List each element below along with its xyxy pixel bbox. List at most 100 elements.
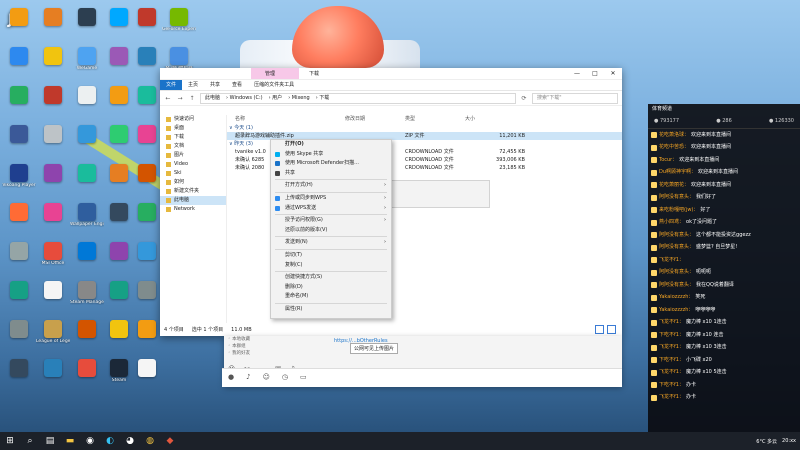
desktop-icon[interactable] [130,359,164,378]
desktop-icon[interactable] [36,164,70,183]
context-menu-item[interactable]: 属性(R) [271,305,391,315]
desktop-icon[interactable] [2,86,36,105]
context-menu-item[interactable]: 重命名(M) [271,292,391,302]
context-menu-item[interactable]: 剪切(T) [271,251,391,261]
ribbon-tab[interactable]: 文件 [160,80,183,90]
context-menu-item[interactable]: 共享 [271,169,391,179]
chat-username[interactable]: 阿阿没有意头： [659,269,694,276]
chat-contact[interactable]: ◦ 我的好友 [224,350,284,357]
nav-item[interactable]: 快速访问 [160,115,226,124]
desktop-icon[interactable] [36,359,70,378]
chat-username[interactable]: 花吃萧洛球： [659,132,689,139]
desktop-icon[interactable] [130,281,164,300]
desktop-icon[interactable]: WeGame [70,47,104,71]
desktop-icon[interactable] [2,125,36,144]
context-menu-item[interactable]: 删除(D) [271,283,391,293]
file-send-icon[interactable]: ▭ [300,373,307,381]
desktop-icon[interactable] [70,320,104,339]
chat-username[interactable]: 下吃不f1： [659,382,684,389]
chat-username[interactable]: 飞龙不f1： [659,394,684,401]
chat-contact[interactable]: ◦ 本群组 [224,343,284,350]
desktop-icon[interactable] [130,242,164,261]
edge-icon[interactable]: ◐ [104,435,116,447]
context-menu-item[interactable]: 打开(O) [271,140,391,150]
context-menu-item[interactable]: 打开方式(H) › [271,181,391,191]
chrome-icon[interactable]: ◍ [144,435,156,447]
steam-icon[interactable]: ◉ [84,435,96,447]
desktop-icon[interactable] [70,242,104,261]
desktop-icon[interactable]: Vikoang Player [2,164,36,188]
nav-item[interactable]: Ski [160,169,226,178]
manage-tab[interactable]: 管理 [251,68,299,79]
nav-item[interactable]: 桌面 [160,124,226,133]
chat-username[interactable]: 燕小四鸢： [659,219,684,226]
breadcrumb-item[interactable]: › Windows (C:) [226,94,263,103]
context-menu-item[interactable]: 创建快捷方式(S) [271,273,391,283]
breadcrumb-item[interactable]: 此电脑 [205,94,220,103]
chat-username[interactable]: 阿阿没有意头： [659,194,694,201]
chat-contact[interactable]: ◦ 本地收藏 [224,336,284,343]
desktop-icon[interactable] [130,47,164,66]
context-menu-item[interactable]: 使用 Skype 共享 [271,150,391,160]
chat-username[interactable]: 阿阿没有意头： [659,244,694,251]
ribbon-tab[interactable]: 共享 [204,80,226,90]
qq-icon[interactable]: ◕ [124,435,136,447]
context-menu-item[interactable]: 使用 Microsoft Defender扫描... [271,159,391,169]
avatar-icon[interactable]: ● [228,373,234,381]
desktop-icon[interactable] [36,47,70,66]
chat-username[interactable]: Yakaiozzzzh： [659,294,693,301]
nav-item[interactable]: Network [160,205,226,214]
chat-username[interactable]: 下吃不f1： [659,357,684,364]
desktop-icon[interactable] [2,47,36,66]
desktop-icon[interactable] [2,242,36,261]
breadcrumb-item[interactable]: › Mixeng [288,94,310,103]
nav-item[interactable]: 下载 [160,133,226,142]
up-icon[interactable]: ↑ [188,95,196,102]
context-menu-item[interactable]: 发送到(N) › [271,238,391,248]
column-header[interactable]: 大小 [465,115,525,124]
chat-username[interactable]: 花吃萧丽花： [659,182,689,189]
desktop-icon[interactable]: MSI Office [36,242,70,266]
desktop-icon[interactable] [2,203,36,222]
refresh-icon[interactable]: ⟳ [520,95,528,102]
desktop-icon[interactable] [130,164,164,183]
context-menu-item[interactable]: 授予访问权限(G) › [271,216,391,226]
column-header[interactable]: 名称 [227,115,345,124]
chat-username[interactable]: 阿阿没有意头： [659,232,694,239]
nav-item[interactable]: 新建文件夹 [160,187,226,196]
desktop-icon[interactable] [2,320,36,339]
search-input[interactable]: 搜索"下载" [532,92,618,104]
chat-input-bar[interactable]: ● ♪ ☺ ◷ ▭ [222,368,622,387]
chat-username[interactable]: 飞龙不f1： [659,344,684,351]
desktop-icon[interactable] [130,203,164,222]
back-icon[interactable]: ← [164,95,172,102]
file-explorer-icon[interactable]: ▬ [64,435,76,447]
breadcrumb-item[interactable]: › 用户 [269,94,283,103]
large-icons-view-icon[interactable] [607,325,616,334]
desktop-icon[interactable]: Wallpaper Engine [70,203,104,227]
chat-username[interactable]: 飞龙不f1： [659,369,684,376]
chat-username[interactable]: Yakaiozzzzh： [659,307,693,314]
desktop-icon[interactable] [36,125,70,144]
desktop-icon[interactable] [2,281,36,300]
column-header[interactable]: 修改日期 [345,115,405,124]
desktop-icon[interactable] [70,164,104,183]
desktop-icon[interactable] [130,125,164,144]
nav-item[interactable]: 文档 [160,142,226,151]
nav-item[interactable]: 图片 [160,151,226,160]
desktop-icon[interactable] [130,86,164,105]
close-button[interactable]: ✕ [604,68,622,79]
desktop-icon[interactable]: GeForce Experience [162,8,196,32]
column-header[interactable]: 类型 [405,115,465,124]
windows-icon[interactable]: ⊞ [4,435,16,447]
desktop-icon[interactable]: League of Legends [36,320,70,344]
context-menu-item[interactable]: 复制(C) [271,261,391,271]
history-icon[interactable]: ◷ [282,373,288,381]
desktop-icon[interactable]: Steam Manager [70,281,104,305]
desktop-icon[interactable] [70,8,104,27]
maximize-button[interactable]: □ [586,68,604,79]
search-icon[interactable]: ⌕ [24,435,36,447]
group-header[interactable]: ∨ 今天 (1) [227,124,622,132]
desktop-icon[interactable] [36,203,70,222]
ribbon-tab[interactable]: 压缩的文件夹工具 [248,80,300,90]
